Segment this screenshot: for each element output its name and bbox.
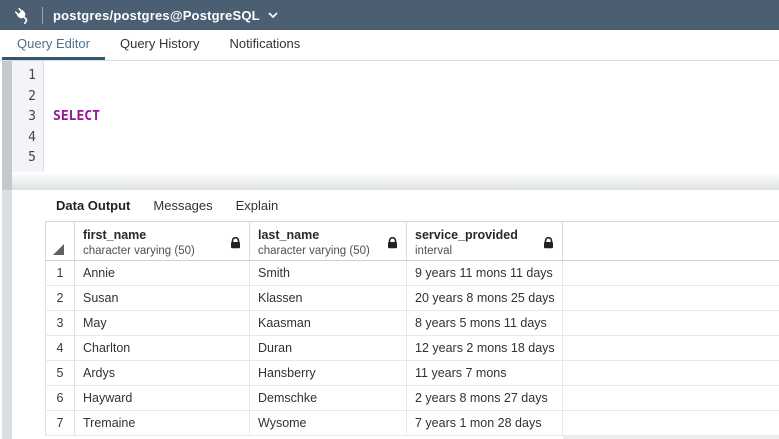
lock-icon bbox=[543, 236, 554, 254]
line-number: 3 bbox=[12, 107, 36, 128]
tab-query-editor[interactable]: Query Editor bbox=[2, 30, 105, 60]
table-row: 6 Hayward Demschke 2 years 8 mons 27 day… bbox=[45, 386, 779, 411]
row-number[interactable]: 7 bbox=[45, 411, 75, 435]
cell-last-name[interactable]: Klassen bbox=[250, 286, 407, 310]
titlebar-divider bbox=[42, 7, 43, 24]
sql-editor[interactable]: 1 2 3 4 5 SELECT first_name, last_name, … bbox=[12, 61, 779, 172]
column-header-service-provided[interactable]: service_provided interval bbox=[407, 222, 563, 260]
table-row: 4 Charlton Duran 12 years 2 mons 18 days bbox=[45, 336, 779, 361]
code-area[interactable]: SELECT first_name, last_name, AGE(hire_d… bbox=[44, 61, 779, 172]
main-tab-bar: Query Editor Query History Notifications bbox=[0, 30, 779, 61]
column-header-last-name[interactable]: last_name character varying (50) bbox=[250, 222, 407, 260]
cell-service-provided[interactable]: 2 years 8 mons 27 days bbox=[407, 386, 563, 410]
row-number[interactable]: 3 bbox=[45, 311, 75, 335]
grid-header-row: first_name character varying (50) last_n… bbox=[45, 221, 779, 261]
tab-notifications[interactable]: Notifications bbox=[214, 30, 315, 60]
cell-last-name[interactable]: Smith bbox=[250, 261, 407, 285]
table-row: 5 Ardys Hansberry 11 years 7 mons bbox=[45, 361, 779, 386]
table-row: 3 May Kaasman 8 years 5 mons 11 days bbox=[45, 311, 779, 336]
cell-last-name[interactable]: Kaasman bbox=[250, 311, 407, 335]
chevron-down-icon bbox=[268, 12, 278, 18]
cell-service-provided[interactable]: 12 years 2 mons 18 days bbox=[407, 336, 563, 360]
cell-first-name[interactable]: May bbox=[75, 311, 250, 335]
select-all-corner[interactable] bbox=[45, 222, 75, 260]
cell-first-name[interactable]: Ardys bbox=[75, 361, 250, 385]
table-row: 2 Susan Klassen 20 years 8 mons 25 days bbox=[45, 286, 779, 311]
results-tab-data-output[interactable]: Data Output bbox=[56, 198, 130, 213]
row-number[interactable]: 5 bbox=[45, 361, 75, 385]
line-number: 4 bbox=[12, 128, 36, 149]
cell-first-name[interactable]: Annie bbox=[75, 261, 250, 285]
cell-first-name[interactable]: Tremaine bbox=[75, 411, 250, 435]
line-number: 1 bbox=[12, 66, 36, 87]
editor-results-divider bbox=[12, 172, 779, 190]
editor-gutter: 1 2 3 4 5 bbox=[12, 61, 44, 172]
code-line: SELECT bbox=[53, 107, 779, 128]
row-number[interactable]: 2 bbox=[45, 286, 75, 310]
connection-label: postgres/postgres@PostgreSQL bbox=[53, 8, 260, 23]
table-row: 7 Tremaine Wysome 7 years 1 mon 28 days bbox=[45, 411, 779, 436]
column-header-first-name[interactable]: first_name character varying (50) bbox=[75, 222, 250, 260]
cell-last-name[interactable]: Duran bbox=[250, 336, 407, 360]
cell-first-name[interactable]: Charlton bbox=[75, 336, 250, 360]
scrollbar-track bbox=[2, 61, 12, 439]
cell-service-provided[interactable]: 7 years 1 mon 28 days bbox=[407, 411, 563, 435]
cell-service-provided[interactable]: 11 years 7 mons bbox=[407, 361, 563, 385]
results-tab-bar: Data Output Messages Explain bbox=[12, 190, 779, 221]
cell-service-provided[interactable]: 20 years 8 mons 25 days bbox=[407, 286, 563, 310]
line-number: 2 bbox=[12, 87, 36, 108]
lock-icon bbox=[230, 236, 241, 254]
results-tab-messages[interactable]: Messages bbox=[153, 198, 212, 213]
cell-service-provided[interactable]: 8 years 5 mons 11 days bbox=[407, 311, 563, 335]
connection-plug-icon bbox=[13, 6, 32, 25]
cell-last-name[interactable]: Wysome bbox=[250, 411, 407, 435]
connection-bar: postgres/postgres@PostgreSQL bbox=[0, 0, 779, 30]
cell-first-name[interactable]: Susan bbox=[75, 286, 250, 310]
cell-first-name[interactable]: Hayward bbox=[75, 386, 250, 410]
data-grid: first_name character varying (50) last_n… bbox=[45, 221, 779, 439]
row-number[interactable]: 4 bbox=[45, 336, 75, 360]
results-tab-explain[interactable]: Explain bbox=[236, 198, 279, 213]
row-number[interactable]: 1 bbox=[45, 261, 75, 285]
table-row: 1 Annie Smith 9 years 11 mons 11 days bbox=[45, 261, 779, 286]
results-panel: Data Output Messages Explain first_name … bbox=[12, 190, 779, 439]
scrollbar-thumb[interactable] bbox=[2, 61, 12, 190]
lock-icon bbox=[387, 236, 398, 254]
tab-query-history[interactable]: Query History bbox=[105, 30, 214, 60]
row-number[interactable]: 6 bbox=[45, 386, 75, 410]
cell-service-provided[interactable]: 9 years 11 mons 11 days bbox=[407, 261, 563, 285]
cell-last-name[interactable]: Hansberry bbox=[250, 361, 407, 385]
cell-last-name[interactable]: Demschke bbox=[250, 386, 407, 410]
select-all-triangle-icon bbox=[53, 244, 64, 255]
line-number: 5 bbox=[12, 148, 36, 169]
connection-selector[interactable]: postgres/postgres@PostgreSQL bbox=[53, 8, 278, 23]
